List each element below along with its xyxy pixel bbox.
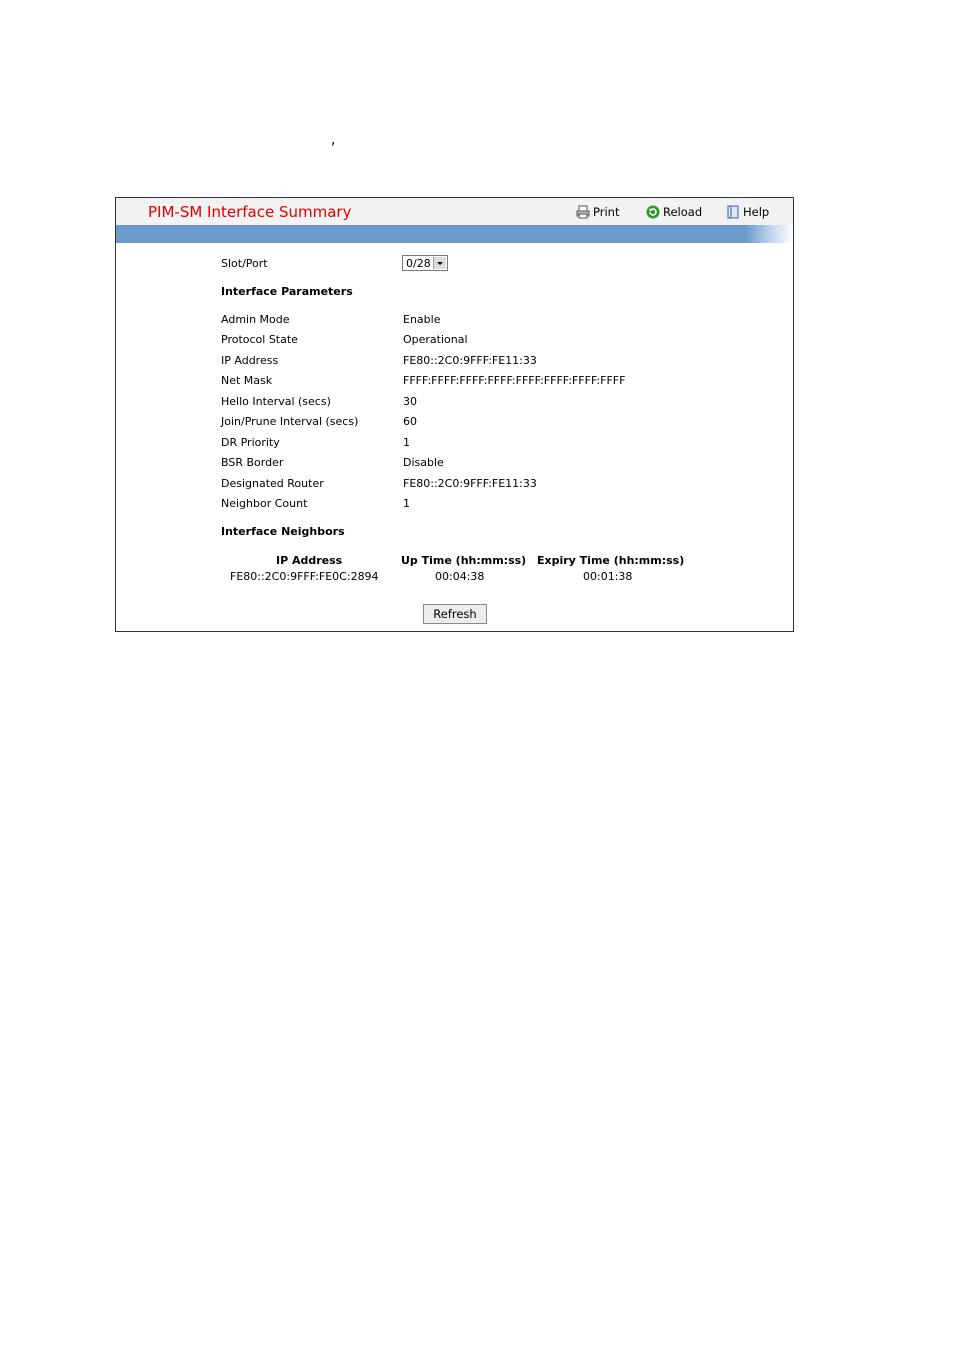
param-value: Operational	[403, 333, 468, 346]
param-label: BSR Border	[221, 456, 284, 469]
param-label: Protocol State	[221, 333, 298, 346]
interface-neighbors-heading: Interface Neighbors	[221, 525, 345, 538]
slot-port-value: 0/28	[406, 257, 431, 270]
param-label: Neighbor Count	[221, 497, 308, 510]
param-label: Designated Router	[221, 477, 324, 490]
chevron-down-icon[interactable]	[433, 257, 446, 269]
help-label: Help	[743, 205, 770, 219]
help-button[interactable]: Help	[726, 205, 769, 219]
slot-port-select[interactable]: 0/28	[402, 255, 448, 271]
page-title: PIM-SM Interface Summary	[148, 203, 352, 221]
param-value: FE80::2C0:9FFF:FE11:33	[403, 477, 537, 490]
help-book-icon	[726, 205, 740, 219]
param-value: Disable	[403, 456, 444, 469]
pim-sm-interface-summary-panel: PIM-SM Interface Summary Print Reload He…	[115, 197, 794, 632]
param-value: 60	[403, 415, 417, 428]
neighbor-ip-cell: FE80::2C0:9FFF:FE0C:2894	[230, 570, 379, 583]
param-label: Net Mask	[221, 374, 273, 387]
neighbors-column-header: IP Address	[276, 554, 343, 567]
param-value: Enable	[403, 313, 441, 326]
interface-parameters-heading: Interface Parameters	[221, 285, 353, 298]
neighbors-column-header: Expiry Time (hh:mm:ss)	[537, 554, 685, 567]
reload-label: Reload	[663, 205, 703, 219]
reload-icon	[646, 205, 660, 219]
neighbors-column-header: Up Time (hh:mm:ss)	[401, 554, 527, 567]
slot-port-label: Slot/Port	[221, 257, 268, 270]
neighbor-expiry-cell: 00:01:38	[583, 570, 633, 583]
param-label: Admin Mode	[221, 313, 290, 326]
reload-button[interactable]: Reload	[646, 205, 702, 219]
stray-comma: ,	[331, 132, 336, 148]
param-label: DR Priority	[221, 436, 280, 449]
param-value: 1	[403, 436, 410, 449]
refresh-button[interactable]: Refresh	[423, 604, 487, 624]
param-value: FE80::2C0:9FFF:FE11:33	[403, 354, 537, 367]
param-label: Hello Interval (secs)	[221, 395, 331, 408]
header-band	[116, 225, 793, 243]
param-value: 30	[403, 395, 417, 408]
print-label: Print	[593, 205, 620, 219]
param-value: 1	[403, 497, 410, 510]
neighbor-uptime-cell: 00:04:38	[435, 570, 485, 583]
panel-header: PIM-SM Interface Summary Print Reload He…	[116, 198, 793, 225]
param-label: Join/Prune Interval (secs)	[221, 415, 359, 428]
param-value: FFFF:FFFF:FFFF:FFFF:FFFF:FFFF:FFFF:FFFF	[403, 374, 626, 387]
print-button[interactable]: Print	[576, 205, 619, 219]
printer-icon	[576, 205, 590, 219]
param-label: IP Address	[221, 354, 279, 367]
